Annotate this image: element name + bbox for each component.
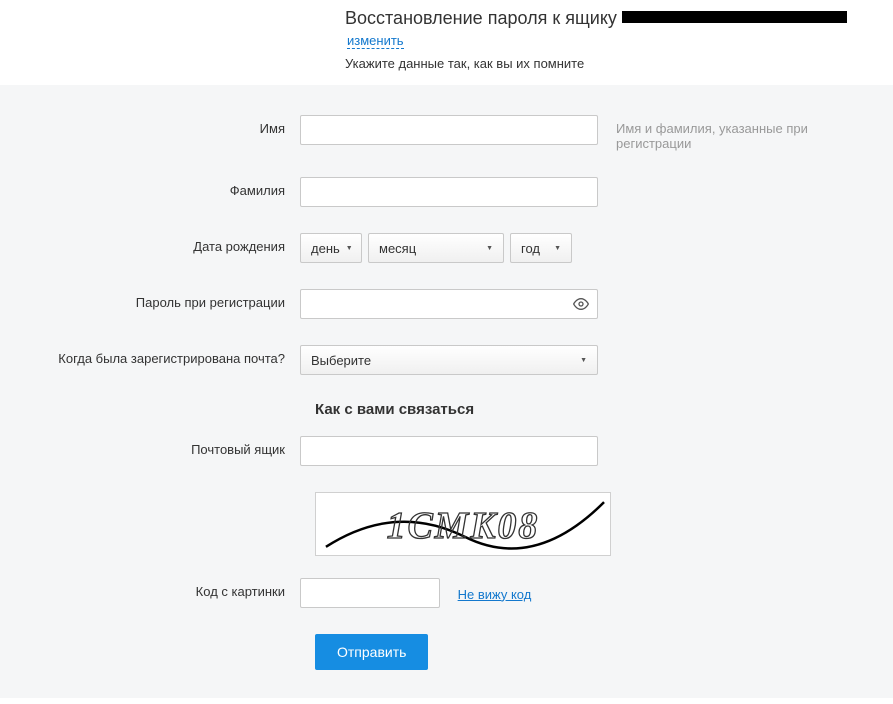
first-name-row: Имя Имя и фамилия, указанные при регистр…: [0, 115, 893, 151]
year-select[interactable]: год ▼: [510, 233, 572, 263]
when-registered-row: Когда была зарегистрирована почта? Выбер…: [0, 345, 893, 375]
page-subtitle: Укажите данные так, как вы их помните: [345, 56, 893, 71]
submit-button[interactable]: Отправить: [315, 634, 428, 670]
last-name-input[interactable]: [300, 177, 598, 207]
reg-password-row: Пароль при регистрации: [0, 289, 893, 319]
birth-date-row: Дата рождения день ▼ месяц ▼ год ▼: [0, 233, 893, 263]
birth-date-label: Дата рождения: [0, 233, 300, 254]
title-prefix: Восстановление пароля к ящику: [345, 8, 622, 28]
captcha-code-row: Код с картинки Не вижу код: [0, 578, 893, 608]
last-name-row: Фамилия: [0, 177, 893, 207]
when-registered-value: Выберите: [311, 353, 371, 368]
mailbox-input[interactable]: [300, 436, 598, 466]
reg-password-input[interactable]: [300, 289, 598, 319]
redacted-email: [622, 11, 847, 23]
reg-password-label: Пароль при регистрации: [0, 289, 300, 310]
cannot-see-code-link[interactable]: Не вижу код: [458, 587, 532, 602]
captcha-image: 1CMK08: [315, 492, 611, 556]
chevron-down-icon: ▼: [346, 245, 353, 252]
contact-heading-row: Как с вами связаться: [315, 401, 893, 418]
day-select[interactable]: день ▼: [300, 233, 362, 263]
eye-icon[interactable]: [572, 296, 590, 315]
last-name-label: Фамилия: [0, 177, 300, 198]
name-hint: Имя и фамилия, указанные при регистрации: [600, 115, 840, 151]
recovery-form: Имя Имя и фамилия, указанные при регистр…: [0, 85, 893, 698]
page-header: Восстановление пароля к ящику изменить У…: [0, 0, 893, 85]
page-title: Восстановление пароля к ящику изменить: [345, 8, 893, 50]
when-registered-select[interactable]: Выберите ▼: [300, 345, 598, 375]
when-registered-label: Когда была зарегистрирована почта?: [0, 345, 300, 366]
first-name-label: Имя: [0, 115, 300, 136]
contact-heading: Как с вами связаться: [315, 401, 893, 418]
chevron-down-icon: ▼: [554, 245, 561, 252]
day-select-value: день: [311, 241, 340, 256]
captcha-image-row: 1CMK08: [315, 492, 893, 556]
year-select-value: год: [521, 241, 540, 256]
captcha-code-input[interactable]: [300, 578, 440, 608]
change-account-link[interactable]: изменить: [347, 33, 404, 49]
month-select-value: месяц: [379, 241, 416, 256]
chevron-down-icon: ▼: [486, 245, 493, 252]
chevron-down-icon: ▼: [580, 357, 587, 364]
submit-row: Отправить: [315, 634, 893, 670]
first-name-input[interactable]: [300, 115, 598, 145]
mailbox-label: Почтовый ящик: [0, 436, 300, 457]
captcha-code-label: Код с картинки: [0, 578, 300, 599]
captcha-text: 1CMK08: [387, 505, 539, 547]
month-select[interactable]: месяц ▼: [368, 233, 504, 263]
mailbox-row: Почтовый ящик: [0, 436, 893, 466]
